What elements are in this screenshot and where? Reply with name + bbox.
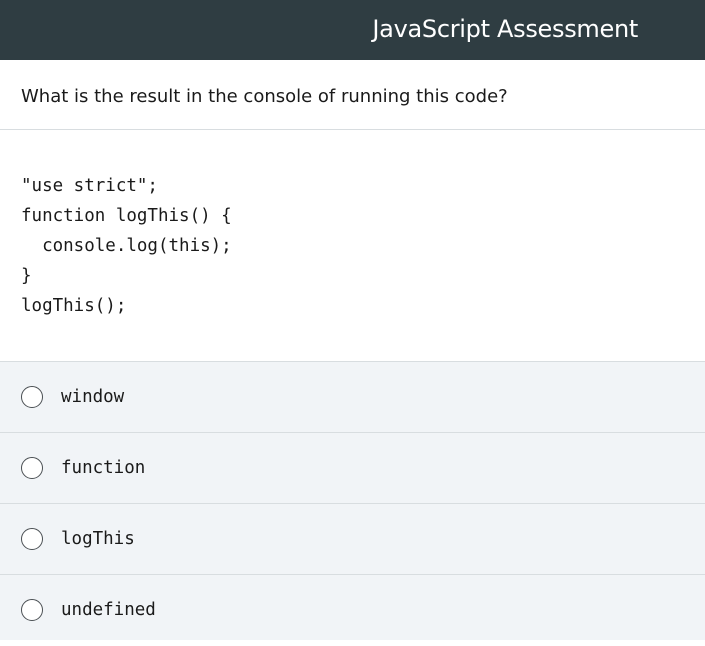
code-line: }	[21, 266, 32, 286]
code-line: function logThis() {	[21, 206, 232, 226]
question-text: What is the result in the console of run…	[21, 86, 508, 107]
question-section: What is the result in the console of run…	[0, 60, 705, 130]
answer-option-undefined[interactable]: undefined	[0, 575, 705, 646]
answer-options: window function logThis undefined	[0, 362, 705, 640]
code-line: "use strict";	[21, 176, 158, 196]
radio-button[interactable]	[21, 528, 43, 550]
code-line: console.log(this);	[21, 236, 232, 256]
option-label: function	[61, 458, 146, 478]
answer-option-function[interactable]: function	[0, 433, 705, 504]
answer-option-logthis[interactable]: logThis	[0, 504, 705, 575]
code-line: logThis();	[21, 296, 127, 316]
option-label: logThis	[61, 529, 135, 549]
app-title: JavaScript Assessment	[372, 15, 638, 43]
radio-button[interactable]	[21, 457, 43, 479]
option-label: window	[61, 387, 125, 407]
radio-button[interactable]	[21, 599, 43, 621]
radio-button[interactable]	[21, 386, 43, 408]
app-header: JavaScript Assessment	[0, 0, 705, 60]
option-label: undefined	[61, 600, 156, 620]
answer-option-window[interactable]: window	[0, 362, 705, 433]
code-block: "use strict"; function logThis() { conso…	[0, 131, 705, 362]
